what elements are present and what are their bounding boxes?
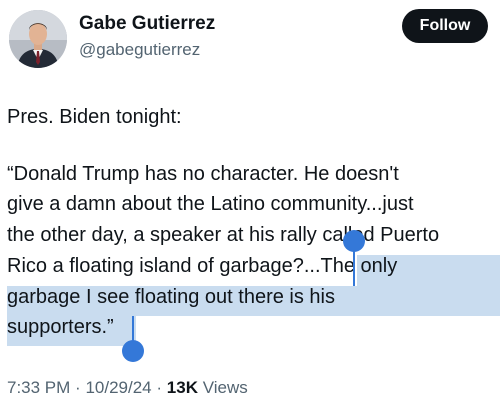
tweet-intro-text: Pres. Biden tonight: xyxy=(7,106,182,128)
follow-button[interactable]: Follow xyxy=(402,9,488,43)
author-handle[interactable]: @gabegutierrez xyxy=(79,40,200,60)
tweet-metadata: 7:33 PM · 10/29/24 · 13K Views xyxy=(7,378,248,398)
author-name[interactable]: Gabe Gutierrez xyxy=(79,13,215,35)
tweet-text-line: Rico a floating island of garbage?...The… xyxy=(7,255,398,277)
views-count: 13K xyxy=(166,378,198,397)
meta-separator: · xyxy=(156,378,163,397)
tweet-text-line: give a damn about the Latino community..… xyxy=(7,193,414,215)
selection-start-caret xyxy=(353,244,355,286)
tweet-text-line: “Donald Trump has no character. He doesn… xyxy=(7,163,399,185)
tweet-text-line: the other day, a speaker at his rally ca… xyxy=(7,224,440,246)
avatar[interactable] xyxy=(9,10,67,68)
meta-separator: · xyxy=(75,378,81,397)
avatar-photo xyxy=(9,10,67,68)
tweet-date[interactable]: 10/29/24 xyxy=(85,378,151,397)
selection-end-handle[interactable] xyxy=(122,340,144,362)
tweet-text-line: supporters.” xyxy=(7,316,114,338)
tweet-time[interactable]: 7:33 PM xyxy=(7,378,70,397)
views-label: Views xyxy=(202,378,248,397)
tweet-card: Gabe Gutierrez @gabegutierrez Follow Pre… xyxy=(0,0,500,414)
tweet-text-line: garbage I see floating out there is his xyxy=(7,286,335,308)
